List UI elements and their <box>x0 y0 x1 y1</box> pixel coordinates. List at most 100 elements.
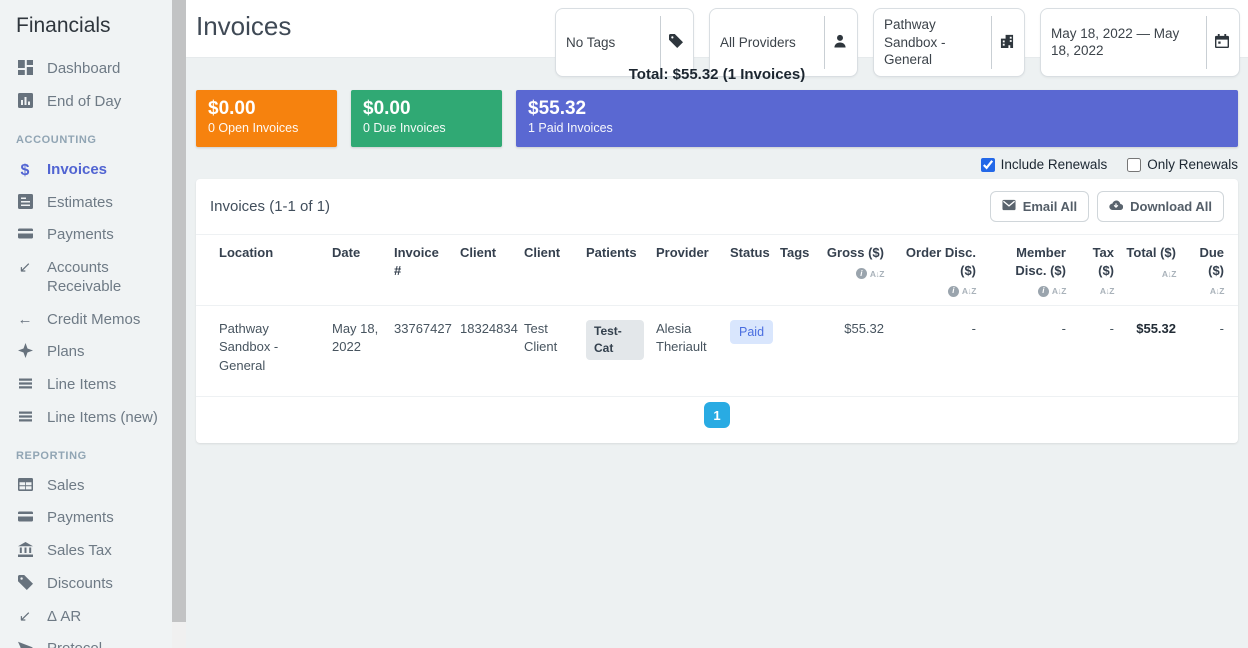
sidebar-item-label: Credit Memos <box>47 311 140 330</box>
invoices-panel: Invoices (1-1 of 1) Email All Download A… <box>196 179 1238 443</box>
sidebar-item-estimates[interactable]: Estimates <box>16 194 166 213</box>
cell-client-name[interactable]: Test Client <box>518 305 580 397</box>
paid-amount: $55.32 <box>528 98 1226 121</box>
sidebar: Financials Dashboard End of Day ACCOUNTI… <box>0 0 172 648</box>
sidebar-item-discounts[interactable]: Discounts <box>16 575 166 594</box>
table-header-row: Location Date Invoice # Client Client Pa… <box>196 235 1238 306</box>
panel-header: Invoices (1-1 of 1) Email All Download A… <box>196 179 1238 234</box>
table-icon <box>16 477 34 495</box>
sidebar-item-dashboard[interactable]: Dashboard <box>16 60 166 79</box>
sort-alpha-icon[interactable]: A↓Z <box>870 269 884 279</box>
email-all-label: Email All <box>1023 199 1077 214</box>
panel-title: Invoices (1-1 of 1) <box>210 198 330 215</box>
sort-alpha-icon[interactable]: A↓Z <box>1162 269 1176 279</box>
col-client-name: Client <box>518 235 580 306</box>
download-all-label: Download All <box>1130 199 1212 214</box>
sidebar-item-invoices[interactable]: $ Invoices <box>16 161 166 180</box>
sidebar-item-sales[interactable]: Sales <box>16 477 166 496</box>
col-member-disc: Member Disc. ($) iA↓Z <box>982 235 1072 306</box>
sidebar-title: Financials <box>16 14 166 38</box>
invoices-table: Location Date Invoice # Client Client Pa… <box>196 234 1238 397</box>
sidebar-item-payments[interactable]: Payments <box>16 226 166 245</box>
download-all-button[interactable]: Download All <box>1097 191 1224 222</box>
due-label: 0 Due Invoices <box>363 121 490 135</box>
sidebar-item-label: Estimates <box>47 194 113 213</box>
credit-card-icon <box>16 226 34 244</box>
sort-alpha-icon[interactable]: A↓Z <box>1052 286 1066 296</box>
info-icon[interactable]: i <box>856 268 867 279</box>
cell-client-id[interactable]: 18324834 <box>454 305 518 397</box>
sort-alpha-icon[interactable]: A↓Z <box>1100 286 1114 296</box>
building-icon <box>1000 34 1014 51</box>
due-invoices-card[interactable]: $0.00 0 Due Invoices <box>351 90 502 147</box>
col-tags: Tags <box>774 235 816 306</box>
cell-invoice-number[interactable]: 33767427 <box>388 305 454 397</box>
table-row[interactable]: Pathway Sandbox - General May 18, 2022 3… <box>196 305 1238 397</box>
patient-chip[interactable]: Test-Cat <box>586 320 644 361</box>
providers-filter-value: All Providers <box>720 34 824 52</box>
due-amount: $0.00 <box>363 98 490 121</box>
info-icon[interactable]: i <box>948 286 959 297</box>
col-invoice-number: Invoice # <box>388 235 454 306</box>
sidebar-item-payments-report[interactable]: Payments <box>16 509 166 528</box>
cloud-download-icon <box>1109 198 1123 215</box>
sidebar-item-credit-memos[interactable]: ← Credit Memos <box>16 311 166 330</box>
topbar: Invoices No Tags All Providers Pathway S… <box>186 0 1248 58</box>
estimate-icon <box>16 194 34 212</box>
scrollbar-thumb[interactable] <box>172 0 186 622</box>
col-location: Location <box>196 235 326 306</box>
page-1-button[interactable]: 1 <box>704 402 730 428</box>
content-area: Total: $55.32 (1 Invoices) $0.00 0 Open … <box>186 66 1248 443</box>
sidebar-item-line-items[interactable]: Line Items <box>16 376 166 395</box>
arrow-down-left-icon: ↙ <box>16 608 34 626</box>
sidebar-item-label: Δ AR <box>47 608 81 627</box>
tag-icon <box>16 575 34 593</box>
sidebar-item-end-of-day[interactable]: End of Day <box>16 93 166 112</box>
sort-alpha-icon[interactable]: A↓Z <box>1210 286 1224 296</box>
divider <box>1206 16 1207 69</box>
cell-provider: Alesia Theriault <box>650 305 724 397</box>
email-all-button[interactable]: Email All <box>990 191 1089 222</box>
sidebar-section-reporting: REPORTING <box>16 450 166 462</box>
include-renewals-toggle[interactable]: Include Renewals <box>981 157 1108 172</box>
sidebar-item-label: Plans <box>47 343 85 362</box>
only-renewals-checkbox[interactable] <box>1127 158 1141 172</box>
date-range-filter[interactable]: May 18, 2022 — May 18, 2022 <box>1040 8 1240 77</box>
divider <box>824 16 825 69</box>
envelope-icon <box>1002 198 1016 215</box>
col-date: Date <box>326 235 388 306</box>
sidebar-item-line-items-new[interactable]: Line Items (new) <box>16 409 166 428</box>
cell-status: Paid <box>724 305 774 397</box>
info-icon[interactable]: i <box>1038 286 1049 297</box>
status-badge: Paid <box>730 320 773 344</box>
list-icon <box>16 409 34 427</box>
cell-due: - <box>1182 305 1238 397</box>
only-renewals-toggle[interactable]: Only Renewals <box>1127 157 1238 172</box>
sidebar-item-sales-tax[interactable]: Sales Tax <box>16 542 166 561</box>
col-status: Status <box>724 235 774 306</box>
only-renewals-label: Only Renewals <box>1147 157 1238 172</box>
cell-tags <box>774 305 816 397</box>
sidebar-item-plans[interactable]: Plans <box>16 343 166 362</box>
date-range-value: May 18, 2022 — May 18, 2022 <box>1051 25 1206 60</box>
sidebar-item-label: Protocol Reminders <box>47 640 166 648</box>
location-filter[interactable]: Pathway Sandbox - General <box>873 8 1025 77</box>
col-gross: Gross ($) iA↓Z <box>816 235 890 306</box>
col-total: Total ($) A↓Z <box>1120 235 1182 306</box>
sidebar-item-delta-ar[interactable]: ↙ Δ AR <box>16 608 166 627</box>
sidebar-item-label: Accounts Receivable <box>47 259 166 297</box>
sidebar-item-label: Line Items (new) <box>47 409 158 428</box>
sidebar-item-label: Line Items <box>47 376 116 395</box>
paid-invoices-card[interactable]: $55.32 1 Paid Invoices <box>516 90 1238 147</box>
summary-cards: $0.00 0 Open Invoices $0.00 0 Due Invoic… <box>196 90 1238 147</box>
sidebar-scrollbar[interactable] <box>172 0 186 648</box>
include-renewals-checkbox[interactable] <box>981 158 995 172</box>
sort-alpha-icon[interactable]: A↓Z <box>962 286 976 296</box>
col-tax: Tax ($) A↓Z <box>1072 235 1120 306</box>
sidebar-item-protocol-reminders[interactable]: Protocol Reminders <box>16 640 166 648</box>
total-amount: $55.32 <box>673 66 719 83</box>
sidebar-item-accounts-receivable[interactable]: ↙ Accounts Receivable <box>16 259 166 297</box>
cell-tax: - <box>1072 305 1120 397</box>
cell-location: Pathway Sandbox - General <box>196 305 326 397</box>
open-invoices-card[interactable]: $0.00 0 Open Invoices <box>196 90 337 147</box>
